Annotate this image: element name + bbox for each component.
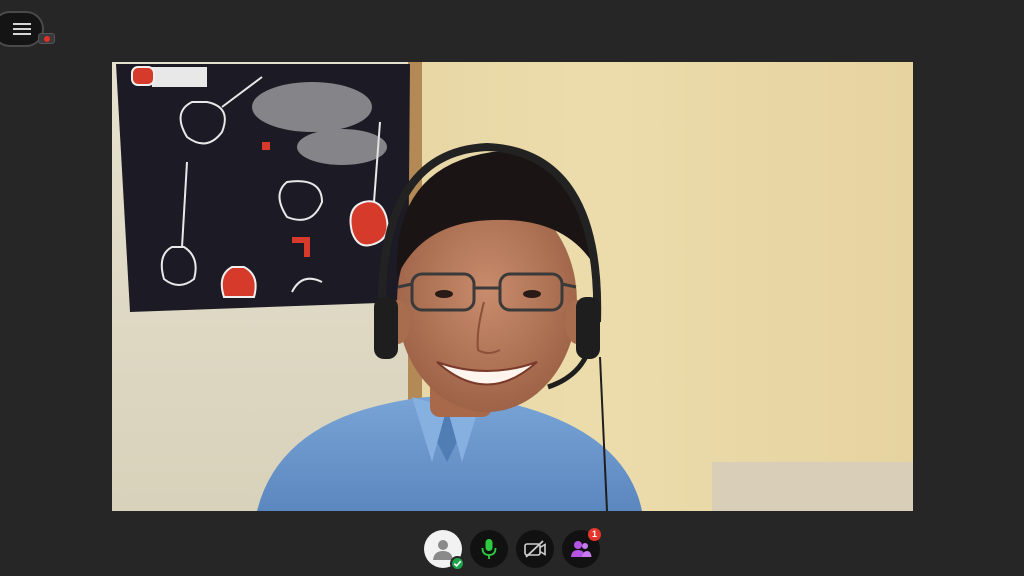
hamburger-icon — [13, 23, 31, 35]
microphone-icon — [481, 539, 497, 559]
participants-button[interactable]: 1 — [562, 528, 601, 568]
recording-dot-icon — [43, 35, 50, 42]
guitar-poster — [116, 64, 410, 312]
video-frame — [112, 62, 913, 511]
microphone-button[interactable] — [470, 530, 508, 568]
self-avatar-button[interactable] — [424, 530, 465, 571]
status-badge — [450, 556, 465, 571]
check-icon — [453, 560, 462, 568]
camera-off-icon — [524, 540, 546, 558]
camera-button[interactable] — [516, 530, 554, 568]
call-toolbar: 1 — [0, 526, 1024, 572]
recording-indicator — [38, 33, 55, 44]
participants-icon — [571, 541, 592, 557]
video-call-window: 1 — [0, 0, 1024, 576]
participant-video — [112, 62, 913, 511]
participants-count-badge: 1 — [588, 528, 601, 541]
